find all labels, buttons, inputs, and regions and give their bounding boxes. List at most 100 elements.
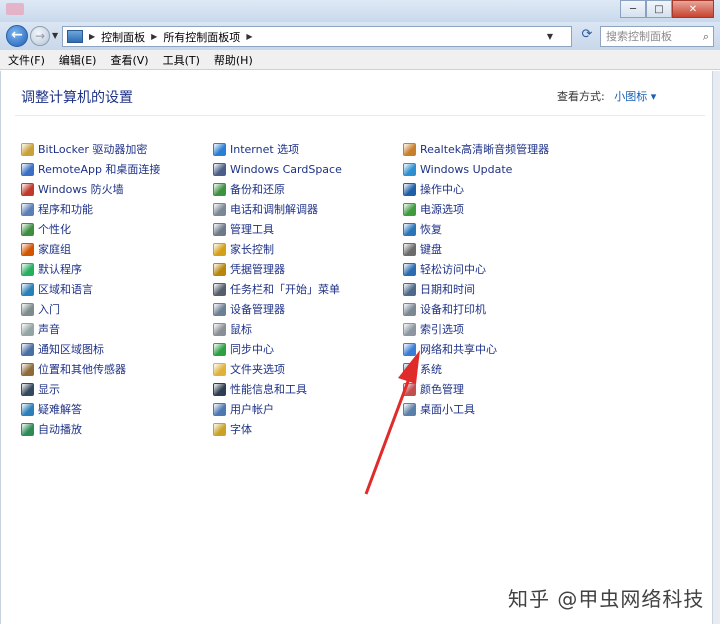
control-panel-item[interactable]: Windows CardSpace bbox=[213, 159, 342, 179]
search-placeholder: 搜索控制面板 bbox=[606, 30, 672, 43]
minimize-button[interactable]: ─ bbox=[620, 0, 646, 18]
address-dropdown-icon[interactable]: ▼ bbox=[547, 27, 553, 46]
control-panel-item[interactable]: 入门 bbox=[21, 299, 160, 319]
window-controls: ─ □ ✕ bbox=[620, 0, 714, 18]
control-panel-item[interactable]: 用户帐户 bbox=[213, 399, 342, 419]
applet-icon bbox=[213, 142, 226, 156]
control-panel-item[interactable]: 家长控制 bbox=[213, 239, 342, 259]
menu-help[interactable]: 帮助(H) bbox=[214, 52, 253, 68]
control-panel-item[interactable]: 备份和还原 bbox=[213, 179, 342, 199]
control-panel-item-label: 颜色管理 bbox=[420, 383, 464, 396]
breadcrumb-control-panel[interactable]: 控制面板 bbox=[101, 29, 145, 45]
control-panel-item-label: 显示 bbox=[38, 383, 60, 396]
control-panel-item-label: Internet 选项 bbox=[230, 143, 300, 156]
control-panel-item[interactable]: Realtek高清晰音频管理器 bbox=[403, 139, 549, 159]
control-panel-item[interactable]: 自动播放 bbox=[21, 419, 160, 439]
menu-view[interactable]: 查看(V) bbox=[110, 52, 148, 68]
control-panel-item[interactable]: 家庭组 bbox=[21, 239, 160, 259]
control-panel-item[interactable]: 电源选项 bbox=[403, 199, 549, 219]
items-column-3: Realtek高清晰音频管理器 Windows Update 操作中心 电源选项 恢复键… bbox=[403, 139, 549, 419]
control-panel-item-label: 自动播放 bbox=[38, 423, 82, 436]
search-icon[interactable]: ⌕ bbox=[703, 27, 709, 46]
control-panel-item[interactable]: 管理工具 bbox=[213, 219, 342, 239]
address-bar-area: ← → ▼ ▶ 控制面板 ▶ 所有控制面板项 ▶ ▼ ⟳ 搜索控制面板 ⌕ bbox=[0, 22, 720, 50]
maximize-button[interactable]: □ bbox=[646, 0, 672, 18]
page-title: 调整计算机的设置 bbox=[21, 90, 133, 106]
control-panel-item[interactable]: 显示 bbox=[21, 379, 160, 399]
control-panel-item[interactable]: 通知区域图标 bbox=[21, 339, 160, 359]
window-icon bbox=[6, 3, 24, 15]
control-panel-item[interactable]: 程序和功能 bbox=[21, 199, 160, 219]
refresh-icon[interactable]: ⟳ bbox=[576, 27, 598, 46]
applet-icon bbox=[21, 282, 34, 296]
menu-edit[interactable]: 编辑(E) bbox=[59, 52, 97, 68]
control-panel-item[interactable]: 鼠标 bbox=[213, 319, 342, 339]
control-panel-item[interactable]: 同步中心 bbox=[213, 339, 342, 359]
control-panel-item-label: 轻松访问中心 bbox=[420, 263, 486, 276]
applet-icon bbox=[21, 342, 34, 356]
control-panel-item[interactable]: 网络和共享中心 bbox=[403, 339, 549, 359]
control-panel-item[interactable]: Windows Update bbox=[403, 159, 549, 179]
view-by-dropdown[interactable]: 小图标 ▾ bbox=[614, 90, 656, 103]
chevron-right-icon[interactable]: ▶ bbox=[151, 32, 157, 41]
control-panel-item[interactable]: 个性化 bbox=[21, 219, 160, 239]
applet-icon bbox=[403, 202, 416, 216]
control-panel-item[interactable]: 位置和其他传感器 bbox=[21, 359, 160, 379]
applet-icon bbox=[21, 182, 34, 196]
close-button[interactable]: ✕ bbox=[672, 0, 714, 18]
control-panel-item-label: 设备和打印机 bbox=[420, 303, 486, 316]
control-panel-item[interactable]: Windows 防火墙 bbox=[21, 179, 160, 199]
control-panel-item[interactable]: 日期和时间 bbox=[403, 279, 549, 299]
control-panel-item[interactable]: 恢复 bbox=[403, 219, 549, 239]
search-input[interactable]: 搜索控制面板 ⌕ bbox=[600, 26, 714, 47]
control-panel-item-label: 网络和共享中心 bbox=[420, 343, 497, 356]
applet-icon bbox=[21, 222, 34, 236]
applet-icon bbox=[213, 322, 226, 336]
control-panel-item-label: 个性化 bbox=[38, 223, 71, 236]
control-panel-item-label: 家长控制 bbox=[230, 243, 274, 256]
applet-icon bbox=[21, 242, 34, 256]
menu-tools[interactable]: 工具(T) bbox=[163, 52, 200, 68]
control-panel-item[interactable]: Internet 选项 bbox=[213, 139, 342, 159]
control-panel-item[interactable]: 区域和语言 bbox=[21, 279, 160, 299]
breadcrumb-all-items[interactable]: 所有控制面板项 bbox=[163, 29, 240, 45]
control-panel-item[interactable]: 桌面小工具 bbox=[403, 399, 549, 419]
applet-icon bbox=[403, 302, 416, 316]
control-panel-item-label: 键盘 bbox=[420, 243, 442, 256]
control-panel-item[interactable]: 疑难解答 bbox=[21, 399, 160, 419]
control-panel-item[interactable]: BitLocker 驱动器加密 bbox=[21, 139, 160, 159]
scrollbar[interactable] bbox=[712, 71, 720, 624]
control-panel-item[interactable]: 默认程序 bbox=[21, 259, 160, 279]
chevron-right-icon[interactable]: ▶ bbox=[246, 32, 252, 41]
control-panel-item[interactable]: 索引选项 bbox=[403, 319, 549, 339]
control-panel-item[interactable]: 任务栏和「开始」菜单 bbox=[213, 279, 342, 299]
control-panel-item[interactable]: 设备和打印机 bbox=[403, 299, 549, 319]
forward-button[interactable]: → bbox=[30, 26, 50, 46]
applet-icon bbox=[403, 182, 416, 196]
control-panel-item-label: 凭据管理器 bbox=[230, 263, 285, 276]
control-panel-item[interactable]: 设备管理器 bbox=[213, 299, 342, 319]
control-panel-item[interactable]: 操作中心 bbox=[403, 179, 549, 199]
recent-pages-dropdown-icon[interactable]: ▼ bbox=[52, 31, 58, 40]
applet-icon bbox=[213, 162, 226, 176]
menu-file[interactable]: 文件(F) bbox=[8, 52, 45, 68]
control-panel-item[interactable]: 系统 bbox=[403, 359, 549, 379]
control-panel-item-label: 管理工具 bbox=[230, 223, 274, 236]
control-panel-item[interactable]: 声音 bbox=[21, 319, 160, 339]
control-panel-item[interactable]: 字体 bbox=[213, 419, 342, 439]
control-panel-item-label: 任务栏和「开始」菜单 bbox=[230, 283, 340, 296]
control-panel-item-label: 疑难解答 bbox=[38, 403, 82, 416]
chevron-right-icon[interactable]: ▶ bbox=[89, 32, 95, 41]
control-panel-item-label: 桌面小工具 bbox=[420, 403, 475, 416]
control-panel-item[interactable]: 性能信息和工具 bbox=[213, 379, 342, 399]
control-panel-item[interactable]: 颜色管理 bbox=[403, 379, 549, 399]
back-button[interactable]: ← bbox=[6, 25, 28, 47]
control-panel-item[interactable]: 键盘 bbox=[403, 239, 549, 259]
control-panel-item[interactable]: 电话和调制解调器 bbox=[213, 199, 342, 219]
control-panel-item-label: 电话和调制解调器 bbox=[230, 203, 318, 216]
control-panel-item[interactable]: RemoteApp 和桌面连接 bbox=[21, 159, 160, 179]
control-panel-item[interactable]: 轻松访问中心 bbox=[403, 259, 549, 279]
control-panel-item[interactable]: 凭据管理器 bbox=[213, 259, 342, 279]
address-box[interactable]: ▶ 控制面板 ▶ 所有控制面板项 ▶ ▼ bbox=[62, 26, 572, 47]
control-panel-item[interactable]: 文件夹选项 bbox=[213, 359, 342, 379]
